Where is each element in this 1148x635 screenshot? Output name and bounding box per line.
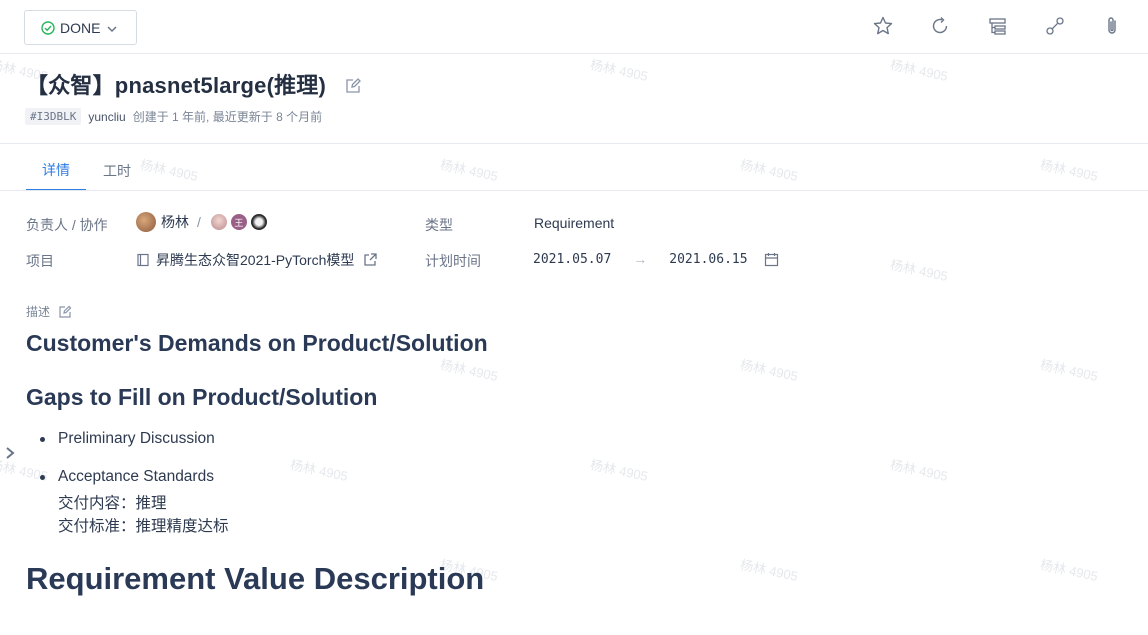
watermark-text: 杨林 4905 [888,257,950,284]
project-label: 项目 [26,253,54,269]
avatar: 王 [230,214,247,230]
plan-time-field[interactable]: 2021.05.07 → 2021.06.15 [533,251,779,267]
edit-icon[interactable] [58,305,72,319]
project-field[interactable]: 昇腾生态众智2021-PyTorch模型 [136,250,378,270]
issue-meta: #I3DBLK yuncliu 创建于 1 年前, 最近更新于 8 个月前 [25,108,322,125]
watermark-text: 杨林 4905 [738,357,800,384]
tab-details[interactable]: 详情 [26,150,86,191]
avatar [210,214,227,230]
issue-id-badge[interactable]: #I3DBLK [25,108,82,125]
refresh-icon[interactable] [928,14,952,38]
plan-time-label: 计划时间 [425,253,481,269]
watermark-text: 杨林 4905 [288,457,350,484]
book-icon [137,253,149,267]
check-circle-icon [41,20,55,35]
type-value[interactable]: Requirement [534,215,614,231]
tab-bar: 详情 工时 [26,150,132,192]
status-label: DONE [60,19,101,36]
divider [0,143,1148,144]
watermark-text: 杨林 4905 [1038,357,1100,384]
watermark-text: 杨林 4905 [888,57,950,84]
tab-label: 工时 [103,162,131,179]
list-item: Preliminary Discussion [58,430,215,447]
attachment-icon[interactable] [1100,14,1124,38]
timestamp-text: 创建于 1 年前, 最近更新于 8 个月前 [132,110,323,124]
divider [0,190,1148,191]
assignee-name: 杨林 [161,214,189,230]
watermark-text: 杨林 4905 [588,457,650,484]
list-bullet [40,437,45,442]
chevron-down-icon [107,25,117,32]
status-dropdown[interactable]: DONE [24,10,137,45]
watermark-text: 杨林 4905 [1038,557,1100,584]
description-heading: Requirement Value Description [26,561,485,596]
type-label: 类型 [425,217,453,233]
external-link-icon[interactable] [362,252,378,268]
description-label: 描述 [26,305,51,319]
plan-start-date[interactable]: 2021.05.07 [533,252,611,267]
plan-end-date[interactable]: 2021.06.15 [669,252,747,267]
watermark-text: 杨林 4905 [888,457,950,484]
list-item-detail: 交付内容：推理 [58,494,167,512]
watermark-text: 杨林 4905 [1038,157,1100,184]
separator: / [197,214,201,230]
tab-label: 详情 [42,161,70,178]
list-item: Acceptance Standards [58,468,214,485]
tree-icon[interactable] [986,14,1010,38]
watermark-text: 杨林 4905 [588,57,650,84]
watermark-text: 杨林 4905 [138,157,200,184]
chevron-right-icon[interactable] [3,445,17,461]
description-heading: Customer's Demands on Product/Solution [26,330,488,356]
list-bullet [40,475,45,480]
watermark-text: 杨林 4905 [438,357,500,384]
author-name[interactable]: yuncliu [88,110,125,124]
star-icon[interactable] [871,14,895,38]
issue-toolbar: DONE [0,0,1148,54]
link-icon[interactable] [1043,14,1067,38]
description-label-row: 描述 [26,303,72,320]
avatar [136,212,156,232]
assignee-label: 负责人 / 协作 [26,217,108,233]
watermark-text: 杨林 4905 [738,557,800,584]
edit-icon[interactable] [344,77,362,95]
assignee-field[interactable]: 杨林 / 王 [136,212,267,232]
avatar [250,214,267,230]
arrow-icon: → [633,251,648,267]
watermark-text: 杨林 4905 [738,157,800,184]
tab-worktime[interactable]: 工时 [102,150,132,191]
list-item-detail: 交付标准：推理精度达标 [58,517,229,535]
page-title: 【众智】pnasnet5large(推理) [26,73,327,98]
description-heading: Gaps to Fill on Product/Solution [26,384,378,410]
issue-title-row: 【众智】pnasnet5large(推理) [26,68,362,100]
watermark-text: 杨林 4905 [438,157,500,184]
calendar-icon[interactable] [764,252,779,267]
project-name[interactable]: 昇腾生态众智2021-PyTorch模型 [156,250,354,270]
